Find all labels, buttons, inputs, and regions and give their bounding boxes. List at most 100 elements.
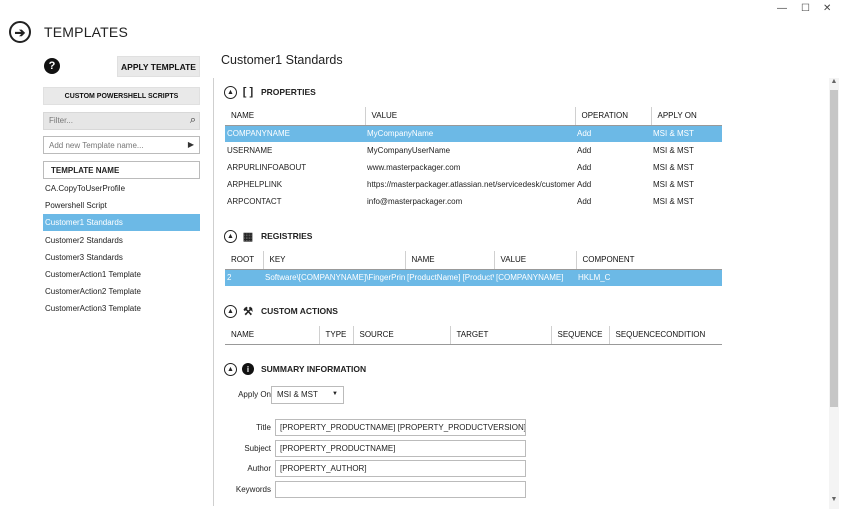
summary-field-label: Keywords [235, 484, 271, 494]
table-cell: Add [577, 163, 592, 172]
table-row[interactable]: ARPCONTACT info@masterpackager.com Add MSI … [225, 193, 722, 210]
properties-column-header[interactable]: VALUE [365, 107, 576, 126]
template-title: Customer1 Standards [221, 53, 343, 67]
template-name-column-header[interactable]: TEMPLATE NAME [43, 161, 200, 179]
collapse-icon[interactable]: ▲ [224, 85, 237, 99]
tools-icon: ⚒ [243, 305, 253, 318]
template-list-item[interactable]: Customer3 Standards [43, 249, 200, 266]
table-row[interactable]: ARPURLINFOABOUT www.masterpackager.com Add… [225, 159, 722, 176]
template-list-item[interactable]: CA.CopyToUserProfile [43, 180, 200, 197]
table-cell: ARPHELPLINK [227, 180, 283, 189]
close-button[interactable]: ✕ [823, 3, 831, 14]
section-title: PROPERTIES [261, 87, 316, 97]
minimize-button[interactable]: — [777, 3, 787, 14]
brackets-icon: [ ] [242, 86, 254, 98]
table-row[interactable]: COMPANYNAME MyCompanyName Add MSI & MST [225, 125, 722, 142]
registries-table: ROOT KEY NAME VALUE COMPONENT 2 Software\[COM… [225, 251, 722, 286]
table-row[interactable]: USERNAME MyCompanyUserName Add MSI & MST [225, 142, 722, 159]
apply-on-select[interactable]: MSI & MST ▼ [271, 386, 344, 404]
properties-column-header[interactable]: NAME [225, 107, 366, 126]
properties-table: NAME VALUE OPERATION APPLY ON COMPANYNAME My… [225, 107, 722, 210]
apply-template-button[interactable]: APPLY TEMPLATE [117, 56, 200, 77]
table-cell: [COMPANYNAME] [494, 269, 576, 286]
section-title: REGISTRIES [261, 231, 313, 241]
registries-column-header[interactable]: COMPONENT [576, 251, 722, 270]
table-cell: MSI & MST [653, 146, 694, 155]
custom-actions-section-header[interactable]: ▲ ⚒ CUSTOM ACTIONS [224, 303, 338, 319]
collapse-icon[interactable]: ▲ [224, 229, 237, 243]
table-cell: Software\[COMPANYNAME]\FingerPrint [263, 269, 405, 286]
summary-section-header[interactable]: ▲ i SUMMARY INFORMATION [224, 361, 366, 377]
help-icon[interactable]: ? [44, 58, 60, 74]
custom-actions-column-header[interactable]: SEQUENCE [551, 326, 610, 345]
registry-grid-icon: ▦ [242, 230, 254, 243]
template-list-item[interactable]: CustomerAction1 Template [43, 266, 200, 283]
collapse-icon[interactable]: ▲ [224, 362, 237, 376]
template-list-item[interactable]: CustomerAction2 Template [43, 283, 200, 300]
table-cell: [ProductName] [ProductVersion] [405, 269, 494, 286]
summary-field-input[interactable]: [PROPERTY_AUTHOR] [275, 460, 526, 477]
table-cell: www.masterpackager.com [367, 163, 461, 172]
custom-actions-column-header[interactable]: TYPE [319, 326, 354, 345]
table-cell: Add [577, 197, 592, 206]
template-list-item[interactable]: Customer1 Standards [43, 214, 200, 232]
panel-divider [213, 78, 214, 506]
custom-actions-column-header[interactable]: TARGET [450, 326, 552, 345]
summary-field-label: Subject [244, 443, 271, 453]
back-arrow-icon[interactable]: ➔ [9, 21, 31, 43]
template-list-item[interactable]: CustomerAction3 Template [43, 300, 200, 317]
custom-actions-column-header[interactable]: SOURCE [353, 326, 451, 345]
search-icon[interactable]: ⌕ [190, 114, 196, 127]
filter-input[interactable]: Filter... ⌕ [43, 112, 200, 130]
properties-column-header[interactable]: OPERATION [575, 107, 652, 126]
table-cell: Add [577, 180, 592, 189]
add-template-placeholder: Add new Template name... [49, 141, 144, 150]
table-cell: https://masterpackager.atlassian.net/ser… [367, 180, 575, 189]
table-cell: ARPURLINFOABOUT [227, 163, 307, 172]
filter-placeholder: Filter... [49, 116, 74, 125]
summary-field-input[interactable]: [PROPERTY_PRODUCTNAME] [PROPERTY_PRODUCT… [275, 419, 526, 436]
table-cell: HKLM_C [576, 269, 722, 286]
section-title: SUMMARY INFORMATION [261, 364, 367, 374]
custom-actions-column-header[interactable]: SEQUENCECONDITION [609, 326, 722, 345]
table-cell: MyCompanyUserName [367, 146, 451, 155]
section-title: CUSTOM ACTIONS [261, 306, 338, 316]
page-title: TEMPLATES [44, 24, 129, 40]
template-list-item[interactable]: Customer2 Standards [43, 232, 200, 249]
table-cell: MSI & MST [653, 197, 694, 206]
summary-field-label: Title [256, 423, 271, 432]
scrollbar-thumb[interactable] [830, 90, 838, 407]
template-list-item[interactable]: Powershell Script [43, 197, 200, 214]
table-cell: 2 [225, 269, 263, 286]
properties-section-header[interactable]: ▲ [ ] PROPERTIES [224, 84, 316, 100]
table-cell: MSI & MST [651, 125, 722, 142]
registries-column-header[interactable]: VALUE [494, 251, 577, 270]
custom-actions-table: NAME TYPE SOURCE TARGET SEQUENCE SEQUENCECOND… [225, 326, 722, 345]
registries-section-header[interactable]: ▲ ▦ REGISTRIES [224, 228, 312, 244]
table-row[interactable]: ARPHELPLINK https://masterpackager.atlass… [225, 176, 722, 193]
info-icon: i [242, 363, 254, 375]
scroll-up-icon[interactable]: ▲ [829, 78, 839, 88]
summary-field-input[interactable] [275, 480, 526, 498]
table-cell: COMPANYNAME [225, 125, 365, 142]
registries-column-header[interactable]: KEY [263, 251, 406, 270]
table-cell: ARPCONTACT [227, 197, 282, 206]
maximize-button[interactable]: ☐ [801, 3, 810, 14]
registries-column-header[interactable]: ROOT [225, 251, 264, 270]
table-cell: USERNAME [227, 146, 273, 155]
apply-on-value: MSI & MST [277, 390, 318, 399]
collapse-icon[interactable]: ▲ [224, 304, 237, 318]
table-cell: MSI & MST [653, 163, 694, 172]
summary-field-input[interactable]: [PROPERTY_PRODUCTNAME] [275, 439, 526, 457]
table-cell: Add [575, 125, 651, 142]
table-row[interactable]: 2 Software\[COMPANYNAME]\FingerPrint [Prod… [225, 269, 722, 286]
add-template-input[interactable]: Add new Template name... ▶ [43, 136, 200, 154]
registries-column-header[interactable]: NAME [405, 251, 495, 270]
summary-field-label: Author [247, 464, 271, 473]
add-template-arrow-icon[interactable]: ▶ [188, 140, 194, 149]
custom-powershell-scripts-button[interactable]: CUSTOM POWERSHELL SCRIPTS [43, 87, 200, 105]
scroll-down-icon[interactable]: ▼ [829, 496, 839, 506]
custom-actions-column-header[interactable]: NAME [225, 326, 320, 345]
properties-column-header[interactable]: APPLY ON [651, 107, 722, 126]
table-cell: MyCompanyName [365, 125, 575, 142]
